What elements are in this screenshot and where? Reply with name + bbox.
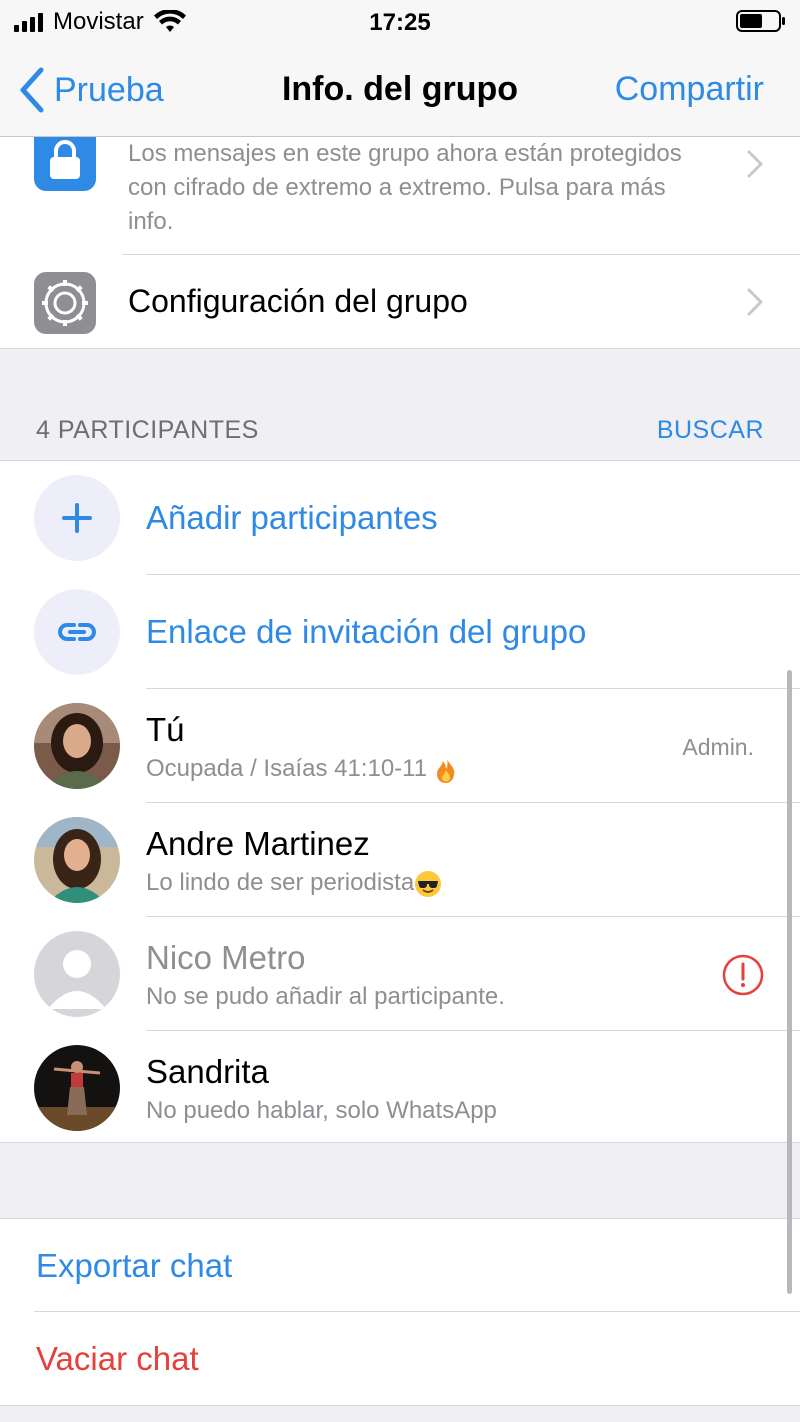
- search-participants-button[interactable]: BUSCAR: [657, 416, 764, 445]
- avatar: [34, 817, 120, 903]
- status-bar: Movistar 17:25: [0, 0, 800, 44]
- default-avatar-icon: [34, 931, 120, 1017]
- share-button[interactable]: Compartir: [615, 70, 764, 109]
- navigation-bar: Prueba Info. del grupo Compartir: [0, 44, 800, 137]
- encryption-text: Los mensajes en este grupo ahora están p…: [128, 140, 682, 235]
- battery-icon: [736, 10, 785, 32]
- clear-chat-label: Vaciar chat: [36, 1340, 199, 1377]
- sunglasses-emoji-icon: [415, 870, 442, 897]
- participant-name: Sandrita: [146, 1053, 269, 1090]
- group-settings-section: Los mensajes en este grupo ahora están p…: [0, 137, 800, 349]
- export-chat-label: Exportar chat: [36, 1247, 233, 1284]
- participant-name: Tú: [146, 711, 185, 748]
- chat-actions-section: Exportar chat Vaciar chat: [0, 1218, 800, 1406]
- lock-icon: [34, 137, 96, 191]
- export-chat-button[interactable]: Exportar chat: [0, 1219, 800, 1312]
- clock: 17:25: [369, 9, 431, 36]
- participant-name: Nico Metro: [146, 939, 306, 976]
- gear-icon: [34, 272, 96, 334]
- avatar: [34, 1045, 120, 1131]
- chevron-right-icon: [747, 150, 763, 178]
- group-settings-row[interactable]: Configuración del grupo: [0, 255, 800, 349]
- participant-row[interactable]: Andre Martinez Lo lindo de ser periodist…: [0, 803, 800, 917]
- admin-badge: Admin.: [682, 734, 754, 760]
- add-participants-label: Añadir participantes: [146, 499, 438, 536]
- group-settings-label: Configuración del grupo: [128, 283, 468, 319]
- participant-row[interactable]: Nico Metro No se pudo añadir al particip…: [0, 917, 800, 1031]
- fire-emoji-icon: [436, 756, 455, 783]
- encryption-row[interactable]: Los mensajes en este grupo ahora están p…: [0, 137, 800, 255]
- participants-list: Añadir participantes Enlace de invitació…: [0, 460, 800, 1143]
- link-icon: [34, 589, 120, 675]
- chevron-right-icon: [747, 288, 763, 316]
- avatar: [34, 703, 120, 789]
- invite-link-row[interactable]: Enlace de invitación del grupo: [0, 575, 800, 689]
- participant-status: No puedo hablar, solo WhatsApp: [146, 1097, 497, 1124]
- clear-chat-button[interactable]: Vaciar chat: [0, 1312, 800, 1405]
- participant-status: Lo lindo de ser periodista: [146, 869, 442, 898]
- add-participants-row[interactable]: Añadir participantes: [0, 461, 800, 575]
- participants-count: 4 PARTICIPANTES: [36, 416, 259, 444]
- participant-row[interactable]: Sandrita No puedo hablar, solo WhatsApp: [0, 1031, 800, 1145]
- participants-header: 4 PARTICIPANTES BUSCAR: [0, 400, 800, 460]
- participant-row[interactable]: Tú Ocupada / Isaías 41:10-11 Admin.: [0, 689, 800, 803]
- participant-name: Andre Martinez: [146, 825, 370, 862]
- scroll-indicator[interactable]: [787, 670, 792, 1294]
- invite-link-label: Enlace de invitación del grupo: [146, 613, 587, 650]
- plus-icon: [34, 475, 120, 561]
- participant-status: No se pudo añadir al participante.: [146, 983, 505, 1010]
- participant-status: Ocupada / Isaías 41:10-11: [146, 755, 458, 784]
- alert-icon[interactable]: [722, 954, 764, 996]
